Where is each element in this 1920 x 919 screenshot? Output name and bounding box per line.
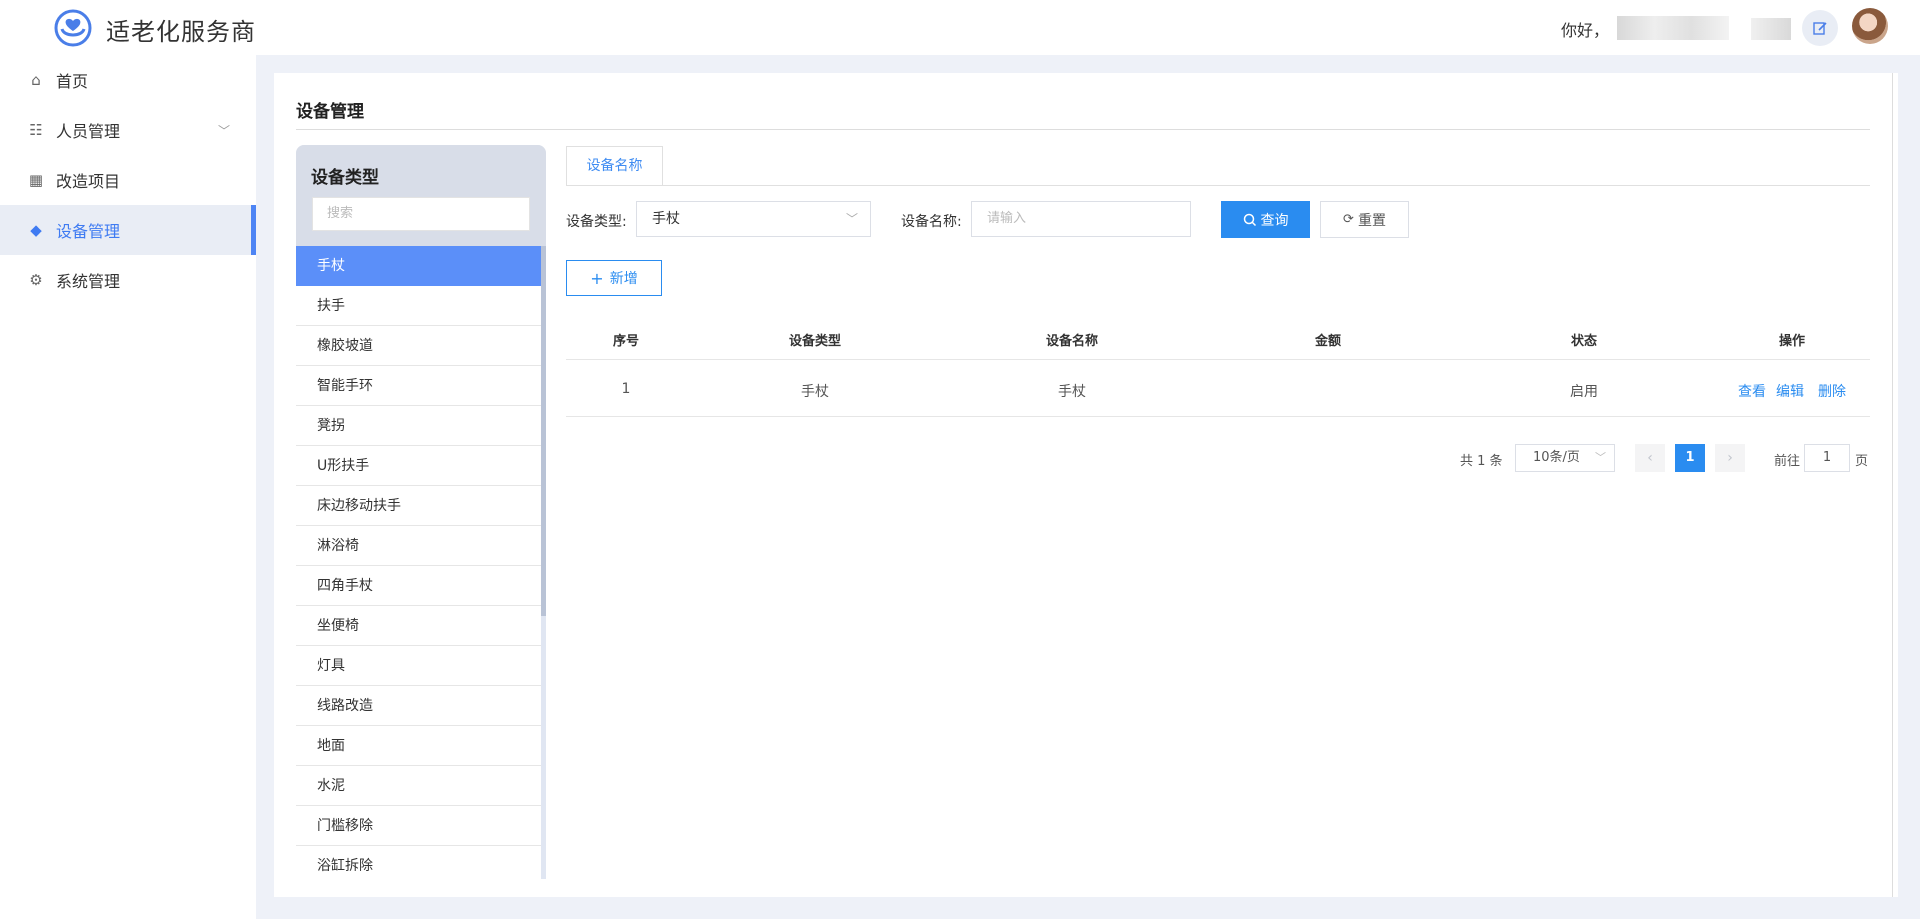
sidebar-item-label: 系统管理 [56,272,121,291]
cell-name: 手杖 [1058,384,1086,400]
people-icon: ☷ [29,121,43,139]
goto-label: 前往 [1774,454,1801,469]
type-panel-header: 设备类型 搜索 [296,145,546,246]
type-list-item[interactable]: 水泥 [296,766,541,806]
edit-profile-button[interactable] [1802,10,1838,46]
tab-divider [566,185,1870,186]
chevron-down-icon: ﹀ [218,123,231,138]
sidebar-item-system[interactable]: ⚙ 系统管理 [0,255,256,305]
name-filter-label: 设备名称: [901,214,962,230]
tab-device-name[interactable]: 设备名称 [566,146,663,186]
reset-button[interactable]: ⟳ 重置 [1320,201,1409,238]
search-button-label: 查询 [1260,212,1289,229]
edit-icon [1813,22,1827,35]
type-list-item[interactable]: 淋浴椅 [296,526,541,566]
reset-button-label: 重置 [1357,212,1386,229]
column-header-amount: 金额 [1314,334,1342,349]
column-header-type: 设备类型 [788,334,842,349]
column-header-name: 设备名称 [1045,334,1099,349]
sidebar-item-label: 人员管理 [56,122,121,141]
type-list: 手杖 扶手 橡胶坡道 智能手环 凳拐 U形扶手 床边移动扶手 淋浴椅 四角手杖 … [296,246,541,879]
type-search-input[interactable]: 搜索 [312,197,530,231]
page-size-value: 10条/页 [1533,450,1580,465]
page-size-select[interactable]: 10条/页 ﹀ [1515,444,1615,472]
sidebar-item-home[interactable]: ⌂ 首页 [0,55,256,105]
prev-page-button[interactable]: ‹ [1635,444,1665,472]
gear-icon: ⚙ [29,271,43,289]
add-button-label: 新增 [609,271,638,287]
goto-page-input[interactable]: 1 [1804,444,1850,472]
sidebar-item-label: 改造项目 [56,172,121,191]
redacted-info [1751,18,1791,40]
type-list-item[interactable]: 坐便椅 [296,606,541,646]
cell-status: 启用 [1570,384,1598,400]
cube-icon: ◆ [30,221,42,239]
column-header-actions: 操作 [1778,334,1806,349]
device-type-panel: 设备类型 搜索 手杖 扶手 橡胶坡道 智能手环 凳拐 U形扶手 床边移动扶手 淋… [296,145,546,879]
type-list-item[interactable]: 灯具 [296,646,541,686]
sidebar: ⌂ 首页 ☷ 人员管理 ﹀ ▦ 改造项目 ◆ 设备管理 ⚙ 系统管理 [0,55,256,919]
refresh-icon: ⟳ [1343,212,1354,227]
table-row-divider [566,416,1870,417]
chevron-down-icon: ﹀ [1595,451,1606,464]
type-list-item[interactable]: 手杖 [296,246,541,286]
plus-icon: + [590,268,604,288]
type-filter-label: 设备类型: [566,214,627,230]
type-list-item[interactable]: 智能手环 [296,366,541,406]
search-icon [1243,213,1256,226]
column-header-index: 序号 [612,334,640,349]
type-list-item[interactable]: 凳拐 [296,406,541,446]
edit-link[interactable]: 编辑 [1776,381,1804,401]
sidebar-item-personnel[interactable]: ☷ 人员管理 ﹀ [0,105,256,155]
building-icon: ▦ [28,171,44,189]
view-link[interactable]: 查看 [1738,381,1766,401]
sidebar-item-projects[interactable]: ▦ 改造项目 [0,155,256,205]
select-value: 手杖 [652,211,680,227]
goto-suffix: 页 [1855,454,1869,469]
current-page-button[interactable]: 1 [1675,444,1705,472]
type-list-item[interactable]: 床边移动扶手 [296,486,541,526]
type-list-item[interactable]: U形扶手 [296,446,541,486]
chevron-down-icon: ﹀ [845,212,858,226]
greeting-text: 你好， [1561,21,1610,40]
add-button[interactable]: + 新增 [566,260,662,296]
table-header-divider [566,359,1870,360]
delete-link[interactable]: 删除 [1818,381,1846,401]
type-list-item[interactable]: 线路改造 [296,686,541,726]
top-header: 适老化服务商 你好， [0,0,1920,55]
type-filter-select[interactable]: 手杖 ﹀ [636,201,871,237]
sidebar-item-label: 设备管理 [56,222,121,241]
type-list-item[interactable]: 四角手杖 [296,566,541,606]
divider [296,129,1870,130]
scrollbar-thumb[interactable] [541,246,546,616]
sidebar-item-label: 首页 [56,72,89,91]
type-panel-title: 设备类型 [311,168,379,188]
type-list-item[interactable]: 扶手 [296,286,541,326]
type-list-scrollbar[interactable] [541,246,546,879]
cell-index: 1 [621,381,631,397]
column-header-status: 状态 [1570,334,1598,349]
type-list-item[interactable]: 浴缸拆除 [296,846,541,879]
name-filter-input[interactable]: 请输入 [971,201,1191,237]
user-avatar[interactable] [1852,8,1888,44]
heart-hands-logo [54,9,92,47]
app-title: 适老化服务商 [106,18,256,46]
home-icon: ⌂ [31,71,41,89]
page-title: 设备管理 [296,102,364,122]
redacted-username [1617,16,1729,40]
search-button[interactable]: 查询 [1221,201,1310,238]
pagination-total: 共 1 条 [1460,454,1503,469]
page-scrollbar[interactable] [1892,73,1898,897]
type-list-item[interactable]: 地面 [296,726,541,766]
next-page-button[interactable]: › [1715,444,1745,472]
sidebar-item-devices[interactable]: ◆ 设备管理 [0,205,256,255]
type-list-item[interactable]: 橡胶坡道 [296,326,541,366]
type-list-item[interactable]: 门槛移除 [296,806,541,846]
cell-type: 手杖 [801,384,829,400]
